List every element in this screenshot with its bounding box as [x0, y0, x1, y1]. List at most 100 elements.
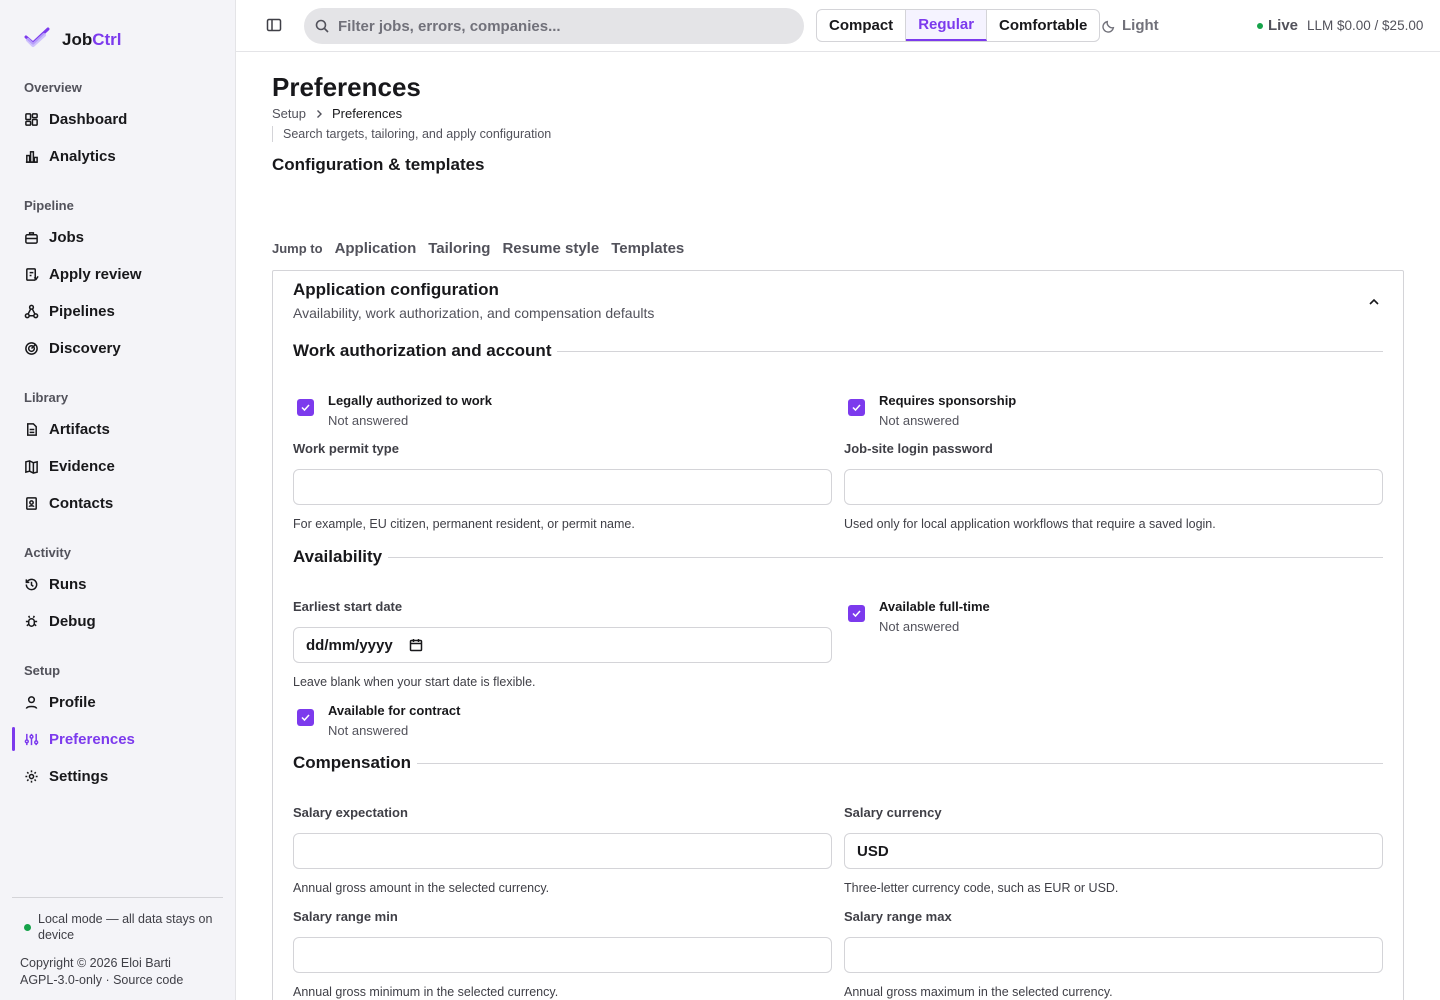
nav-section-pipeline: Pipeline — [24, 198, 74, 213]
checkbox-checked-icon[interactable] — [848, 399, 865, 416]
range-max-hint: Annual gross maximum in the selected cur… — [844, 985, 1113, 999]
breadcrumb-preferences: Preferences — [331, 106, 403, 121]
group-work-authorization: Work authorization and account — [293, 341, 1383, 361]
checkbox-checked-icon[interactable] — [297, 709, 314, 726]
topbar: Compact Regular Comfortable Light Live L… — [236, 0, 1440, 52]
salary-label: Salary expectation — [293, 805, 408, 820]
breadcrumb-setup[interactable]: Setup — [272, 106, 306, 121]
sidebar-item-debug[interactable]: Debug — [12, 606, 223, 636]
sidebar-item-settings[interactable]: Settings — [12, 761, 223, 791]
sidebar-item-jobs[interactable]: Jobs — [12, 222, 223, 252]
sidebar-item-discovery[interactable]: Discovery — [12, 333, 223, 363]
check-authorized[interactable]: Legally authorized to work Not answered — [297, 393, 492, 429]
currency-label: Salary currency — [844, 805, 942, 820]
sidebar-item-label: Debug — [49, 612, 96, 630]
sidebar-item-label: Settings — [49, 767, 109, 785]
sidebar-item-analytics[interactable]: Analytics — [12, 141, 223, 171]
nav-section-setup: Setup — [24, 663, 61, 678]
bug-icon — [25, 615, 38, 627]
page-subtitle: Search targets, tailoring, and apply con… — [272, 126, 551, 142]
check-sponsorship[interactable]: Requires sponsorship Not answered — [848, 393, 1016, 429]
salary-hint: Annual gross amount in the selected curr… — [293, 881, 550, 895]
sidebar-item-evidence[interactable]: Evidence — [12, 451, 223, 481]
sliders-icon — [24, 733, 39, 745]
chevron-right-icon — [316, 109, 322, 118]
sidebar-item-label: Discovery — [49, 339, 121, 357]
chevron-up-icon[interactable] — [1367, 295, 1381, 309]
check-contract[interactable]: Available for contract Not answered — [297, 703, 460, 739]
password-label: Job-site login password — [844, 441, 993, 456]
calendar-icon[interactable] — [409, 638, 423, 652]
copyright: Copyright © 2026 Eloi Barti AGPL-3.0-onl… — [20, 955, 230, 989]
briefcase-icon — [25, 231, 38, 244]
clipboard-icon — [26, 267, 39, 281]
sidebar-item-label: Artifacts — [49, 420, 110, 438]
salary-input[interactable] — [293, 833, 832, 869]
toggle-sidebar-icon[interactable] — [266, 17, 282, 33]
jump-application[interactable]: Application — [335, 240, 417, 257]
sidebar-item-artifacts[interactable]: Artifacts — [12, 414, 223, 444]
brand-name: JobCtrl — [62, 29, 122, 49]
sidebar: JobCtrl Overview Dashboard Analytics Pip… — [0, 0, 236, 1000]
page-title: Preferences — [272, 72, 421, 102]
contact-book-icon — [26, 496, 37, 510]
start-date-input[interactable]: dd/mm/yyyy — [293, 627, 832, 663]
sidebar-item-apply-review[interactable]: Apply review — [12, 259, 223, 289]
sidebar-item-label: Analytics — [49, 147, 116, 165]
theme-toggle[interactable]: Light — [1102, 17, 1159, 34]
password-input[interactable] — [844, 469, 1383, 505]
live-dot-icon — [1257, 22, 1263, 29]
license-link[interactable]: AGPL-3.0-only · Source code — [20, 972, 230, 989]
card-subtitle: Availability, work authorization, and co… — [293, 305, 655, 321]
sidebar-item-contacts[interactable]: Contacts — [12, 488, 223, 518]
brand[interactable]: JobCtrl — [24, 26, 122, 53]
density-compact[interactable]: Compact — [817, 10, 907, 41]
file-icon — [27, 422, 37, 436]
permit-label: Work permit type — [293, 441, 399, 456]
sidebar-item-label: Apply review — [49, 265, 142, 283]
check-full-time[interactable]: Available full-time Not answered — [848, 599, 990, 635]
range-min-input[interactable] — [293, 937, 832, 973]
grid-icon — [25, 112, 38, 126]
permit-input[interactable] — [293, 469, 832, 505]
range-max-label: Salary range max — [844, 909, 952, 924]
history-icon — [25, 578, 38, 590]
start-date-hint: Leave blank when your start date is flex… — [293, 675, 536, 689]
sidebar-item-profile[interactable]: Profile — [12, 687, 223, 717]
password-hint: Used only for local application workflow… — [844, 517, 1216, 531]
sidebar-item-label: Dashboard — [49, 110, 128, 128]
checkbox-checked-icon[interactable] — [297, 399, 314, 416]
nav-section-activity: Activity — [24, 545, 71, 560]
sidebar-item-dashboard[interactable]: Dashboard — [12, 104, 223, 134]
logo-icon — [24, 26, 50, 53]
sidebar-item-label: Pipelines — [49, 302, 115, 320]
sidebar-item-label: Profile — [49, 693, 96, 711]
range-max-input[interactable] — [844, 937, 1383, 973]
section-title: Configuration & templates — [272, 155, 485, 174]
jump-tailoring[interactable]: Tailoring — [428, 240, 490, 257]
density-comfortable[interactable]: Comfortable — [987, 10, 1099, 41]
sidebar-item-label: Jobs — [49, 228, 85, 246]
sidebar-item-runs[interactable]: Runs — [12, 569, 223, 599]
card-title: Application configuration — [293, 280, 499, 299]
application-config-card: Application configuration Availability, … — [272, 270, 1404, 1000]
sidebar-item-label: Contacts — [49, 494, 114, 512]
permit-hint: For example, EU citizen, permanent resid… — [293, 517, 635, 531]
live-status: Live — [1257, 17, 1298, 34]
density-regular[interactable]: Regular — [906, 10, 988, 41]
breadcrumb: Setup Preferences — [272, 106, 402, 121]
range-min-label: Salary range min — [293, 909, 398, 924]
currency-input[interactable] — [844, 833, 1383, 869]
jump-templates[interactable]: Templates — [611, 240, 684, 257]
sidebar-item-preferences[interactable]: Preferences — [12, 724, 223, 754]
map-icon — [25, 459, 38, 474]
checkbox-checked-icon[interactable] — [848, 605, 865, 622]
search-bar[interactable] — [304, 8, 804, 44]
sidebar-item-label: Runs — [49, 575, 87, 593]
search-input[interactable] — [338, 17, 778, 35]
nav-section-overview: Overview — [24, 80, 82, 95]
sidebar-item-pipelines[interactable]: Pipelines — [12, 296, 223, 326]
start-date-label: Earliest start date — [293, 599, 403, 614]
jump-resume-style[interactable]: Resume style — [502, 240, 599, 257]
sidebar-item-label: Preferences — [49, 730, 135, 748]
